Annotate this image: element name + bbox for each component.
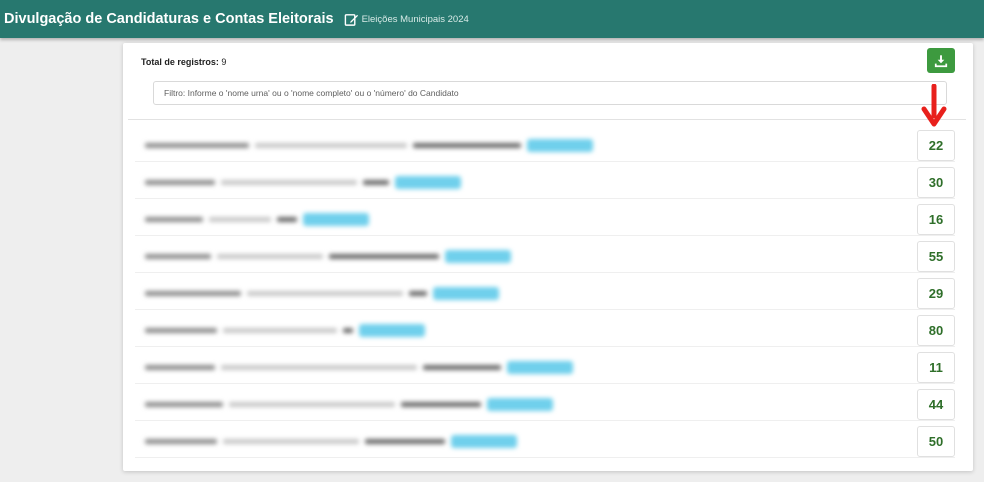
results-card: Total de registros: 9 22 [123,43,973,471]
candidate-number-box[interactable]: 80 [917,315,955,346]
blurred-candidate-info [145,425,517,458]
candidate-number: 30 [928,175,944,190]
total-records-value: 9 [221,57,227,67]
candidate-row[interactable]: 30 [135,166,955,199]
candidate-row[interactable]: 16 [135,203,955,236]
edit-icon[interactable] [344,12,359,27]
candidate-row[interactable]: 55 [135,240,955,273]
blurred-candidate-info [145,314,425,347]
download-icon [934,54,948,67]
divider [128,119,966,120]
candidate-number-box[interactable]: 16 [917,204,955,235]
app-title: Divulgação de Candidaturas e Contas Elei… [4,11,334,27]
candidate-number-box[interactable]: 50 [917,426,955,457]
download-button[interactable] [927,48,955,73]
candidate-row[interactable]: 44 [135,388,955,421]
candidate-number-box[interactable]: 30 [917,167,955,198]
candidate-row[interactable]: 29 [135,277,955,310]
candidate-row[interactable]: 80 [135,314,955,347]
red-down-arrow-icon [921,84,947,127]
blurred-candidate-info [145,277,499,310]
election-label[interactable]: Eleições Municipais 2024 [362,14,469,25]
candidate-number-box[interactable]: 55 [917,241,955,272]
candidate-number-box[interactable]: 29 [917,278,955,309]
candidate-row[interactable]: 50 [135,425,955,458]
candidate-number: 16 [928,212,944,227]
app-header: Divulgação de Candidaturas e Contas Elei… [0,0,984,38]
candidate-number: 50 [928,434,944,449]
candidate-number-box[interactable]: 44 [917,389,955,420]
candidate-row[interactable]: 11 [135,351,955,384]
candidate-number: 55 [928,249,944,264]
candidate-number-box[interactable]: 22 [917,130,955,161]
blurred-candidate-info [145,203,369,236]
blurred-candidate-info [145,240,511,273]
candidate-number: 22 [928,138,944,153]
total-records: Total de registros: 9 [141,57,226,67]
blurred-candidate-info [145,129,593,162]
candidate-number: 44 [928,397,944,412]
candidate-number: 29 [928,286,944,301]
candidate-number: 80 [928,323,944,338]
search-input[interactable] [153,81,947,105]
blurred-candidate-info [145,351,573,384]
blurred-candidate-info [145,166,461,199]
candidate-row[interactable]: 22 [135,129,955,162]
blurred-candidate-info [145,388,553,421]
candidate-number: 11 [929,360,943,375]
total-records-label: Total de registros: [141,57,219,67]
candidate-number-box[interactable]: 11 [917,352,955,383]
